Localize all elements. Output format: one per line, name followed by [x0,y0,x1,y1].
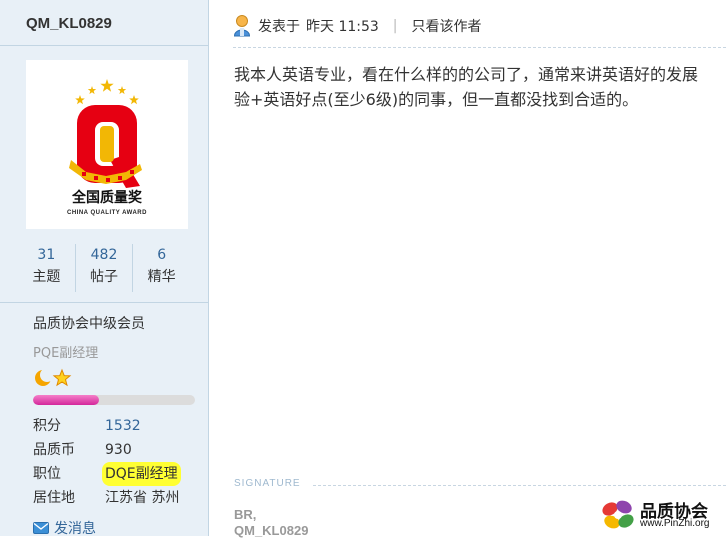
author-only-link[interactable]: 只看该作者 [412,16,482,36]
signature-divider [313,485,726,486]
star-icon [52,368,72,387]
stat-topics-count[interactable]: 31 [18,244,75,266]
post-line: 我本人英语专业，看在什么样的的公司了，通常来讲英语好的发展 [234,65,699,84]
post-line: 验+英语好点(至少6级)的同事，但一直都没找到合适的。 [234,90,639,109]
moon-icon [35,368,54,386]
user-title: PQE副经理 [33,346,99,361]
signature-line: QM_KL0829 [234,523,309,538]
profile-label: 居住地 [33,490,75,506]
post-meta: 发表于 昨天 11:53 | 只看该作者 [233,14,482,38]
send-message-label: 发消息 [54,521,96,537]
author-sidebar: QM_KL0829 全国质量奖 CHINA QUALITY AWARD 31 主… [0,0,209,538]
pinzhi-logo-icon [602,500,634,529]
avatar-award-text-cn: 全国质量奖 [71,189,143,206]
site-watermark: 品质协会 www.PinZhi.org [600,497,726,536]
sidebar-divider [0,45,208,46]
author-stats: 31 主题 482 帖子 6 精华 [18,244,190,292]
meta-separator: | [392,18,398,34]
stat-digest[interactable]: 6 精华 [132,244,190,292]
profile-value-location: 江苏省 苏州 [105,490,180,506]
level-progress-fill [33,395,100,405]
level-progress-bar [33,395,195,405]
profile-value-position: DQE副经理 [102,462,181,486]
china-quality-award-logo: 全国质量奖 CHINA QUALITY AWARD [67,79,147,216]
profile-value-coins: 930 [105,442,132,458]
envelope-icon [33,522,49,534]
send-message-link[interactable]: 发消息 [33,518,96,538]
sidebar-divider [0,302,208,303]
stat-digest-label: 精华 [147,269,176,285]
signature-line: BR, [234,507,257,522]
profile-label: 品质币 [33,442,75,458]
signature-label: SIGNATURE [234,478,301,489]
stat-posts-label: 帖子 [90,269,118,285]
author-username[interactable]: QM_KL0829 [26,15,112,32]
user-group[interactable]: 品质协会中级会员 [33,313,145,333]
profile-label: 职位 [33,466,61,482]
stat-digest-count[interactable]: 6 [133,244,190,266]
post-meta-divider [233,47,726,48]
profile-label: 积分 [33,418,61,434]
avatar-award-text-en: CHINA QUALITY AWARD [67,210,147,216]
post-body: 我本人英语专业，看在什么样的的公司了，通常来讲英语好的发展 验+英语好点(至少6… [234,62,726,112]
profile-value-points[interactable]: 1532 [105,414,141,438]
rank-icons [35,368,72,387]
signature-text: BR, QM_KL0829 [234,507,308,539]
stat-topics[interactable]: 31 主题 [18,244,75,292]
stat-topics-label: 主题 [32,269,61,285]
stat-posts[interactable]: 482 帖子 [74,244,133,292]
stat-posts-count[interactable]: 482 [76,244,133,266]
avatar[interactable]: 全国质量奖 CHINA QUALITY AWARD [26,60,188,229]
posted-prefix: 发表于 [258,19,300,35]
posted-time: 昨天 11:53 [306,19,379,35]
watermark-url: www.PinZhi.org [640,518,710,529]
online-user-icon [233,15,251,37]
